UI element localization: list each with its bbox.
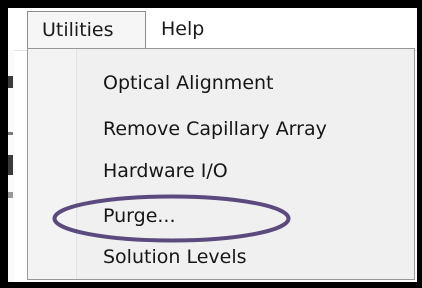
menu-help[interactable]: Help: [147, 11, 237, 48]
partial-control: [8, 132, 13, 135]
background-window-edge: [8, 50, 14, 282]
utilities-dropdown-menu: Optical Alignment Remove Capillary Array…: [27, 48, 415, 280]
menu-bar: Utilities Help: [8, 8, 417, 51]
partial-control: [8, 76, 13, 88]
partial-control: [8, 155, 13, 175]
menu-item-solution-levels[interactable]: Solution Levels: [103, 239, 247, 275]
app-window: Utilities Help Optical Alignment Remove …: [8, 8, 417, 282]
menu-item-remove-capillary-array[interactable]: Remove Capillary Array: [103, 111, 327, 147]
menu-utilities[interactable]: Utilities: [27, 11, 146, 48]
menu-icon-column: [28, 49, 77, 279]
menu-item-hardware-io[interactable]: Hardware I/O: [103, 153, 228, 189]
menu-item-purge[interactable]: Purge...: [103, 198, 176, 234]
menu-item-optical-alignment[interactable]: Optical Alignment: [103, 65, 274, 101]
partial-control: [8, 192, 13, 198]
